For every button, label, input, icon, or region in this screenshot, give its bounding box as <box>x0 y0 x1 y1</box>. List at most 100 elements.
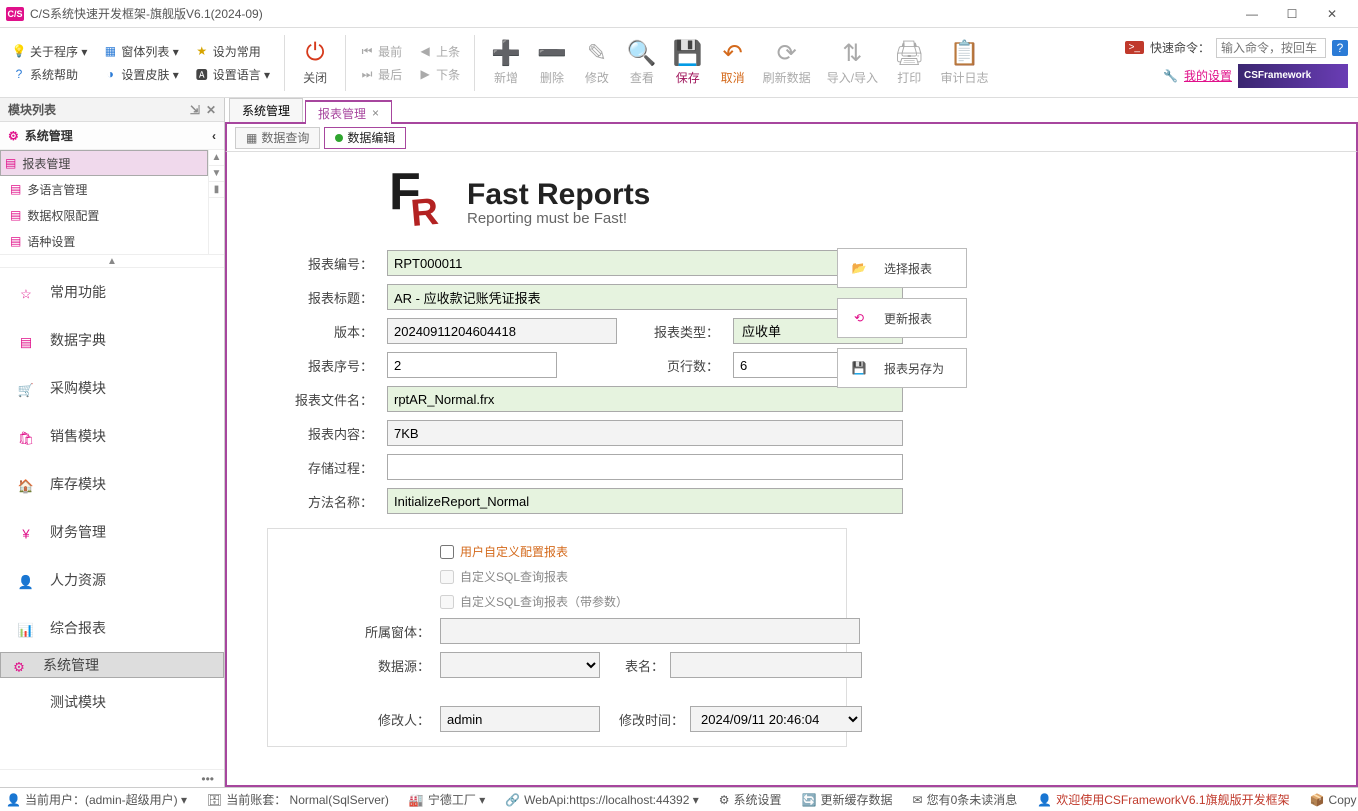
status-api[interactable]: 🔗WebApi:https://localhost:44392 ▾ <box>505 793 699 807</box>
chk-sql-param[interactable]: 自定义SQL查询报表（带参数） <box>440 593 860 610</box>
windows-list-menu[interactable]: ▦窗体列表 ▾ <box>97 41 184 62</box>
sidebar-sub-item[interactable]: ▤多语言管理 <box>0 176 208 202</box>
module-icon: 👤 <box>12 566 40 594</box>
pin-icon[interactable]: ⇲ <box>190 103 200 117</box>
language-menu[interactable]: 🅰设置语言 ▾ <box>189 64 276 85</box>
chk-sql[interactable]: 自定义SQL查询报表 <box>440 568 860 585</box>
help-menu[interactable]: ?系统帮助 <box>6 64 93 85</box>
close-button[interactable]: ⏻关闭 <box>293 35 337 90</box>
sidebar-more[interactable]: ••• <box>0 769 224 787</box>
label-rpt-content: 报表内容： <box>267 424 377 443</box>
select-report-button[interactable]: 📂选择报表 <box>837 248 967 288</box>
label-rpt-title: 报表标题： <box>267 288 377 307</box>
document-tab[interactable]: 系统管理 <box>229 98 303 122</box>
sub-tab[interactable]: 数据编辑 <box>324 127 406 149</box>
toolbar-import-button: ⇅导入/导入 <box>819 35 886 90</box>
sidebar-module-item[interactable]: 📊综合报表 <box>0 604 224 652</box>
about-menu[interactable]: 💡关于程序 ▾ <box>6 41 93 62</box>
save-icon: 💾 <box>673 39 703 67</box>
doc-icon: ▤ <box>10 182 21 196</box>
sidebar-module-item[interactable]: 🛍销售模块 <box>0 412 224 460</box>
saveas-report-button[interactable]: 💾报表另存为 <box>837 348 967 388</box>
toolbar-save-button[interactable]: 💾保存 <box>665 35 711 90</box>
scroll-bar-icon[interactable]: ▮ <box>209 182 224 198</box>
label-rpt-file: 报表文件名： <box>267 390 377 409</box>
sidebar-category[interactable]: ⚙系统管理 ‹ <box>0 122 224 150</box>
status-msg[interactable]: ✉您有0条未读消息 <box>913 791 1018 808</box>
sub-tab[interactable]: ▦数据查询 <box>235 127 320 149</box>
toolbar-edit-button: ✎修改 <box>575 35 619 90</box>
input-rpt-no[interactable] <box>387 250 903 276</box>
close-window-button[interactable]: ✕ <box>1312 0 1352 28</box>
toolbar-print-button: 🖨打印 <box>886 35 932 90</box>
favorite-menu[interactable]: ★设为常用 <box>189 41 276 62</box>
scroll-down-icon[interactable]: ▼ <box>209 166 224 182</box>
scroll-up-icon[interactable]: ▲ <box>209 150 224 166</box>
doc-icon: ▤ <box>5 156 16 170</box>
chevron-left-icon: ‹ <box>212 129 216 143</box>
tab-close-icon[interactable]: × <box>372 106 379 120</box>
sidebar-module-item[interactable]: ⚙系统管理 <box>0 652 224 678</box>
sidebar-sub-item[interactable]: ▤报表管理 <box>0 150 208 176</box>
input-rpt-file[interactable] <box>387 386 903 412</box>
label-mtime: 修改时间： <box>606 710 684 729</box>
nav-next[interactable]: ▶下条 <box>412 64 466 85</box>
sidebar-collapse-up[interactable]: ▲ <box>0 254 224 268</box>
first-icon: ⏮ <box>360 44 374 58</box>
help-badge-icon[interactable]: ? <box>1332 40 1348 56</box>
chk-user-custom[interactable]: 用户自定义配置报表 <box>440 543 860 560</box>
sidebar-module-item[interactable]: 👤人力资源 <box>0 556 224 604</box>
database-icon: 🗄 <box>207 793 222 807</box>
toolbar-delete-button: ➖删除 <box>529 35 575 90</box>
input-rpt-title[interactable] <box>387 284 903 310</box>
content-area: 系统管理报表管理× ▦数据查询数据编辑 FR Fast Reports Repo… <box>225 98 1358 787</box>
input-sp[interactable] <box>387 454 903 480</box>
prev-icon: ◀ <box>418 44 432 58</box>
sidebar-close-icon[interactable]: ✕ <box>206 103 216 117</box>
sidebar-module-item[interactable]: 测试模块 <box>0 678 224 726</box>
input-method[interactable] <box>387 488 903 514</box>
sidebar-module-item[interactable]: ¥财务管理 <box>0 508 224 556</box>
sidebar-sub-item[interactable]: ▤数据权限配置 <box>0 202 208 228</box>
skin-icon: ◑ <box>103 67 117 81</box>
status-copy[interactable]: 📦Copy <box>1310 793 1357 807</box>
input-version <box>387 318 617 344</box>
input-rpt-seq[interactable] <box>387 352 557 378</box>
maximize-button[interactable]: ☐ <box>1272 0 1312 28</box>
nav-first[interactable]: ⏮最前 <box>354 41 408 62</box>
star-icon: ★ <box>195 44 209 58</box>
label-rpt-type: 报表类型： <box>627 322 723 341</box>
sidebar-sub-item[interactable]: ▤语种设置 <box>0 228 208 254</box>
quick-command-input[interactable] <box>1216 38 1326 58</box>
sidebar-module-item[interactable]: 🛒采购模块 <box>0 364 224 412</box>
label-page-rows: 页行数： <box>627 356 723 375</box>
skin-menu[interactable]: ◑设置皮肤 ▾ <box>97 64 184 85</box>
select-ds[interactable] <box>440 652 600 678</box>
document-tab[interactable]: 报表管理× <box>305 100 392 124</box>
update-report-button[interactable]: ⟲更新报表 <box>837 298 967 338</box>
status-cache[interactable]: 🔄更新缓存数据 <box>802 791 893 808</box>
module-icon: ▤ <box>12 326 40 354</box>
view-icon: 🔍 <box>627 39 657 67</box>
titlebar: C/S C/S系统快速开发框架-旗舰版V6.1(2024-09) — ☐ ✕ <box>0 0 1358 28</box>
link-icon: 🔗 <box>505 793 520 807</box>
toolbar-cancel-button[interactable]: ↶取消 <box>711 35 755 90</box>
sidebar-module-item[interactable]: 🏠库存模块 <box>0 460 224 508</box>
select-mtime[interactable]: 2024/09/11 20:46:04 <box>690 706 862 732</box>
sub-tabs: ▦数据查询数据编辑 <box>225 124 1358 152</box>
status-factory[interactable]: 🏭宁德工厂 ▾ <box>409 791 485 808</box>
print-icon: 🖨 <box>894 39 924 67</box>
status-sys[interactable]: ⚙系统设置 <box>719 791 782 808</box>
module-icon: ¥ <box>12 518 40 546</box>
input-editor <box>440 706 600 732</box>
sidebar-module-item[interactable]: ☆常用功能 <box>0 268 224 316</box>
sidebar-module-item[interactable]: ▤数据字典 <box>0 316 224 364</box>
status-user[interactable]: 👤当前用户：(admin-超级用户) ▾ <box>6 791 187 808</box>
module-icon: 🛒 <box>12 374 40 402</box>
nav-prev[interactable]: ◀上条 <box>412 41 466 62</box>
doc-icon: ▤ <box>10 234 21 248</box>
nav-last[interactable]: ⏭最后 <box>354 64 408 85</box>
my-settings-link[interactable]: 我的设置 <box>1184 67 1232 84</box>
minimize-button[interactable]: — <box>1232 0 1272 28</box>
label-editor: 修改人： <box>358 710 430 729</box>
